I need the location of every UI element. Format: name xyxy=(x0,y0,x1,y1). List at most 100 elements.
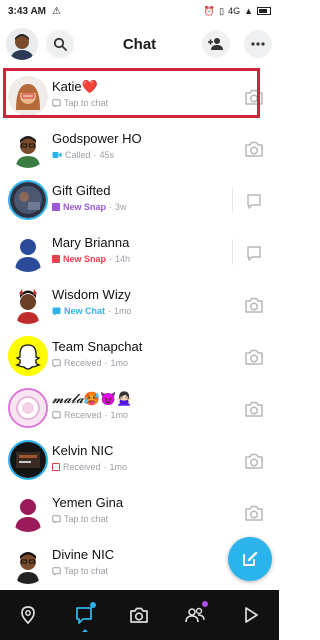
add-friend-icon xyxy=(208,38,223,50)
chat-status-line: Tap to chat xyxy=(52,514,108,524)
snapchat-ghost-icon xyxy=(8,336,48,376)
nav-friends[interactable] xyxy=(179,599,211,631)
chat-status-line: Received · 1mo xyxy=(52,410,128,420)
chat-name: Katie❤️ xyxy=(52,79,98,94)
nav-camera[interactable] xyxy=(123,599,155,631)
camera-button[interactable] xyxy=(243,503,265,523)
reply-button[interactable] xyxy=(243,243,265,263)
nav-map[interactable] xyxy=(12,599,44,631)
nav-chat[interactable] xyxy=(68,599,100,632)
chat-bubble-outline-icon xyxy=(52,566,61,575)
status-time: 3:43 AM xyxy=(8,5,46,17)
video-call-icon xyxy=(52,152,62,158)
chat-bubble-outline-icon xyxy=(247,194,261,209)
notification-dot xyxy=(202,601,209,607)
network-type: 4G xyxy=(228,6,241,16)
chat-row-team-snapchat[interactable]: Team Snapchat Received · 1mo xyxy=(0,331,279,383)
received-snap-icon xyxy=(52,463,60,471)
add-friend-button[interactable] xyxy=(202,30,230,58)
active-indicator xyxy=(81,629,88,632)
more-icon xyxy=(251,42,265,46)
chat-name: Gift Gifted xyxy=(52,183,111,198)
chat-list[interactable]: Katie❤️ Tap to chat Godspower HO Called … xyxy=(0,66,279,590)
play-icon xyxy=(245,607,258,623)
chat-name: Godspower HO xyxy=(52,131,142,146)
camera-button[interactable] xyxy=(243,295,265,315)
camera-icon xyxy=(245,401,263,417)
camera-icon xyxy=(130,607,149,623)
camera-icon xyxy=(245,89,263,105)
chat-status-line: Tap to chat xyxy=(52,98,108,108)
search-button[interactable] xyxy=(46,30,74,58)
chat-status-line: New Chat · 1mo xyxy=(52,306,132,316)
chat-row-gift-gifted[interactable]: Gift Gifted New Snap · 3w xyxy=(0,175,279,227)
chat-row-mala[interactable]: 𝓶𝓪𝓵𝓪🥵😈🙅🏻‍♀️ Received · 1mo xyxy=(0,383,279,435)
my-bitmoji-avatar[interactable] xyxy=(6,28,38,60)
page-title: Chat xyxy=(122,36,157,53)
chat-icon xyxy=(75,607,92,624)
default-avatar-icon xyxy=(8,492,48,532)
compose-icon xyxy=(243,551,258,566)
avatar xyxy=(8,388,48,428)
vibrate-icon: ▯ xyxy=(219,5,225,16)
camera-button[interactable] xyxy=(243,87,265,107)
avatar xyxy=(8,336,48,376)
chat-name: Yemen Gina xyxy=(52,495,124,510)
camera-icon xyxy=(245,505,263,521)
divider xyxy=(232,239,233,265)
alarm-icon: ⏰ xyxy=(203,5,216,16)
camera-button[interactable] xyxy=(243,139,265,159)
new-snap-square-icon xyxy=(52,203,60,211)
avatar xyxy=(8,180,48,220)
chat-status-line: Tap to chat xyxy=(52,566,108,576)
reply-button[interactable] xyxy=(243,191,265,211)
status-bar: 3:43 AM ⚠ ⏰ ▯ 4G ▲ xyxy=(0,0,279,22)
chat-name: 𝓶𝓪𝓵𝓪🥵😈🙅🏻‍♀️ xyxy=(52,391,133,407)
warning-icon: ⚠ xyxy=(52,5,61,17)
chat-name: Mary Brianna xyxy=(52,235,130,250)
status-icons: ⏰ ▯ 4G ▲ xyxy=(204,6,271,17)
chat-bubble-outline-icon xyxy=(52,410,61,419)
chat-bubble-outline-icon xyxy=(52,358,61,367)
camera-icon xyxy=(245,297,263,313)
new-snap-square-icon xyxy=(52,255,60,263)
chat-name: Team Snapchat xyxy=(52,339,143,354)
chat-name: Divine NIC xyxy=(52,547,115,562)
avatar xyxy=(8,76,48,116)
new-chat-icon xyxy=(52,307,61,316)
camera-button[interactable] xyxy=(243,347,265,367)
nav-discover[interactable] xyxy=(235,599,267,631)
bottom-nav xyxy=(0,590,279,640)
more-options-button[interactable] xyxy=(244,30,272,58)
avatar xyxy=(8,440,48,480)
chat-name: Wisdom Wizy xyxy=(52,287,131,302)
avatar xyxy=(8,544,48,584)
chat-status-line: New Snap · 3w xyxy=(52,202,127,212)
avatar xyxy=(8,492,48,532)
chat-status-line: Received · 1mo xyxy=(52,462,127,472)
chat-row-mary-brianna[interactable]: Mary Brianna New Snap · 14h xyxy=(0,227,279,279)
camera-button[interactable] xyxy=(243,399,265,419)
chat-row-godspower[interactable]: Godspower HO Called · 45s xyxy=(0,123,279,175)
camera-button[interactable] xyxy=(243,451,265,471)
signal-icon: ▲ xyxy=(244,6,253,16)
avatar xyxy=(8,232,48,272)
chat-row-kelvin-nic[interactable]: Kelvin NIC Received · 1mo xyxy=(0,435,279,487)
avatar xyxy=(8,128,48,168)
chat-bubble-outline-icon xyxy=(52,98,61,107)
notification-dot xyxy=(89,602,96,608)
new-chat-button[interactable] xyxy=(228,537,272,581)
chat-row-yemen-gina[interactable]: Yemen Gina Tap to chat xyxy=(0,487,279,539)
chat-row-katie[interactable]: Katie❤️ Tap to chat xyxy=(0,71,279,123)
divider xyxy=(232,187,233,213)
search-icon xyxy=(53,37,67,51)
chat-name: Kelvin NIC xyxy=(52,443,114,458)
chat-status-line: Received · 1mo xyxy=(52,358,128,368)
chat-row-wisdom-wizy[interactable]: Wisdom Wizy New Chat · 1mo xyxy=(0,279,279,331)
avatar xyxy=(8,284,48,324)
chat-bubble-outline-icon xyxy=(52,514,61,523)
friends-icon xyxy=(185,607,205,623)
chat-header: Chat xyxy=(0,22,279,66)
camera-icon xyxy=(245,349,263,365)
camera-icon xyxy=(245,453,263,469)
